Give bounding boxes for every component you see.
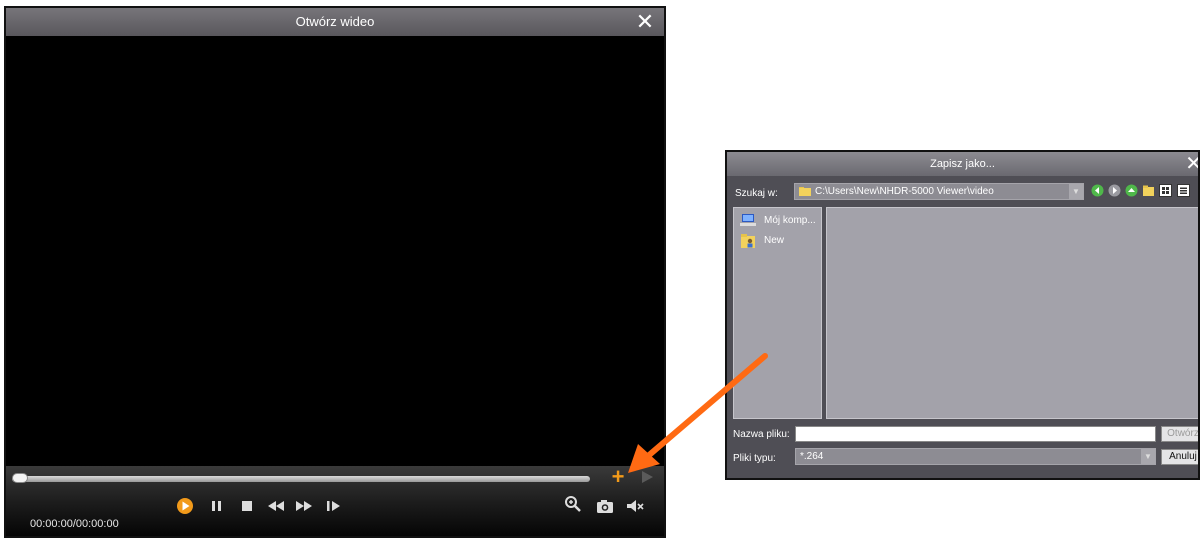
mute-icon[interactable] [624,495,646,517]
player-title: Otwórz wideo [295,14,375,29]
file-list-pane[interactable] [826,207,1198,419]
place-label: New [764,235,785,246]
look-in-label: Szukaj w: [735,188,778,199]
player-titlebar: Otwórz wideo [6,8,664,36]
player-controls-bar: + 00:00:00/00:00:00 [6,466,664,536]
dialog-title: Zapisz jako... [930,158,995,170]
add-icon[interactable]: + [608,466,628,488]
filetype-select[interactable]: *.264 ▼ [795,448,1156,465]
play-icon[interactable] [174,495,196,517]
step-forward-icon[interactable] [322,495,344,517]
computer-icon [740,214,756,226]
chevron-down-icon[interactable]: ▼ [1069,184,1083,199]
video-display-area[interactable] [6,36,664,466]
place-new[interactable]: New [738,232,784,250]
filetype-value: *.264 [800,451,824,462]
look-in-path: C:\Users\New\NHDR-5000 Viewer\video [815,186,994,197]
filetype-label: Pliki typu: [733,453,776,464]
next-file-icon[interactable] [640,470,654,484]
new-folder-icon[interactable] [1142,184,1155,197]
fast-forward-icon[interactable] [293,495,315,517]
folder-icon [799,187,811,196]
detail-view-icon[interactable] [1177,184,1190,197]
user-folder-icon [741,234,755,248]
forward-icon[interactable] [1108,184,1121,197]
place-label: Mój komp... [764,215,816,226]
open-button[interactable]: Otwórz [1161,426,1198,442]
seek-bar[interactable] [12,476,590,482]
places-sidebar: Mój komp... New [733,207,822,419]
back-icon[interactable] [1091,184,1104,197]
dialog-titlebar: Zapisz jako... [727,152,1198,176]
dialog-close-icon[interactable]: ✕ [1185,153,1198,175]
seek-thumb[interactable] [12,473,28,483]
zoom-icon[interactable] [562,493,584,515]
list-view-icon[interactable] [1159,184,1172,197]
pause-icon[interactable] [206,495,228,517]
save-as-dialog: Zapisz jako... ✕ Szukaj w: C:\Users\New\… [725,150,1200,480]
look-in-combobox[interactable]: C:\Users\New\NHDR-5000 Viewer\video ▼ [794,183,1084,200]
chevron-down-icon[interactable]: ▼ [1141,449,1155,464]
stop-icon[interactable] [236,495,258,517]
rewind-icon[interactable] [265,495,287,517]
filename-label: Nazwa pliku: [733,429,790,440]
close-icon[interactable]: ✕ [634,11,656,33]
time-display: 00:00:00/00:00:00 [30,518,119,530]
filename-input[interactable] [795,426,1156,442]
place-my-computer[interactable]: Mój komp... [738,212,816,230]
cancel-button[interactable]: Anuluj [1161,449,1198,465]
camera-icon[interactable] [594,495,616,517]
video-player-window: Otwórz wideo ✕ + 00:00:00/00:00:00 [4,6,666,538]
up-folder-icon[interactable] [1125,184,1138,197]
